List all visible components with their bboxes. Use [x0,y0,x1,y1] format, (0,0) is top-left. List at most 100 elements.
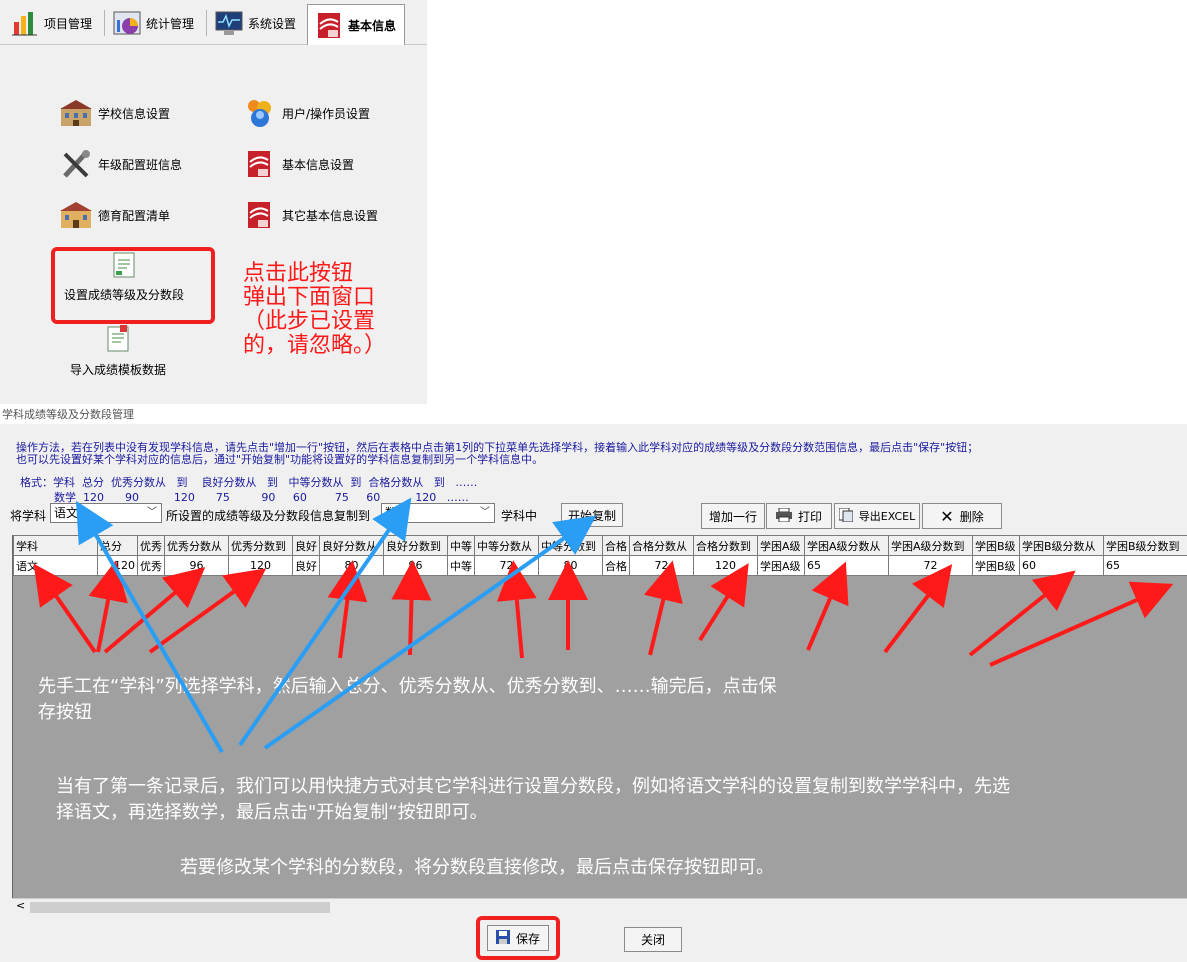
close-x-icon: ✕ [940,506,954,526]
delete-button[interactable]: ✕ 删除 [922,503,1002,529]
column-header[interactable]: 中等分数到 [538,535,603,556]
scroll-left-icon[interactable]: < [16,899,25,912]
note-line: 当有了第一条记录后，我们可以用快捷方式对其它学科进行设置分数段，例如将语文学科的… [56,776,1010,797]
column-header[interactable]: 学困A级分数到 [888,535,973,556]
export-icon [838,507,854,525]
grade-class-config-button[interactable]: 年级配置班信息 [60,149,182,179]
grid-cell[interactable]: 72 [629,555,694,576]
highlight-annotation-box [51,247,215,324]
column-header[interactable]: 优秀 [137,535,165,556]
grid-cell[interactable]: 96 [383,555,448,576]
red-annotation-line: 点击此按钮 [243,261,354,286]
chart-icon [10,8,40,38]
moral-config-list-button[interactable]: 德育配置清单 [60,200,170,230]
note-modify: 若要修改某个学科的分数段，将分数段直接修改，最后点击保存按钮即可。 [180,857,774,878]
tools-icon [60,149,90,179]
grid-cell[interactable]: 80 [319,555,384,576]
start-copy-button[interactable]: 开始复制 [561,503,623,527]
grid-cell[interactable]: 良好 [292,555,320,576]
book-icon [244,149,274,179]
stats-icon [112,8,142,38]
column-header[interactable]: 合格分数从 [629,535,694,556]
column-header[interactable]: 合格分数到 [693,535,758,556]
copy-from-select[interactable]: 语文 ﹀ [50,503,162,523]
column-header[interactable]: 良好分数到 [383,535,448,556]
other-basic-info-settings-button[interactable]: 其它基本信息设置 [244,200,378,230]
grid-cell[interactable]: 120 [228,555,293,576]
document-icon [105,325,131,353]
copy-to-select[interactable]: 数学 ﹀ [381,503,495,523]
printer-icon [775,507,792,525]
red-annotation-line: 的，请忽略。） [243,333,387,358]
tab-basic-info[interactable]: 基本信息 [307,4,405,45]
grid-cell[interactable]: 120 [97,555,138,576]
grid-cell[interactable]: 优秀 [137,555,165,576]
button-label: 删除 [959,509,984,524]
column-header[interactable]: 中等分数从 [474,535,539,556]
column-header[interactable]: 良好 [292,535,320,556]
column-header[interactable]: 合格 [602,535,630,556]
tab-system-settings[interactable]: 系统设置 [208,4,306,42]
grid-cell[interactable]: 72 [474,555,539,576]
import-score-template-button[interactable]: 导入成绩模板数据 [70,325,166,378]
grid-cell[interactable]: 学困B级 [972,555,1020,576]
column-header[interactable]: 学困A级分数从 [804,535,889,556]
module-tab-bar: 项目管理 统计管理 系统设置 基本信息 [0,0,427,45]
horizontal-scrollbar[interactable]: < [12,898,1187,916]
user-operator-settings-button[interactable]: 用户/操作员设置 [244,98,370,128]
tab-label: 系统设置 [248,16,297,31]
menu-label: 基本信息设置 [282,157,355,172]
column-header[interactable]: 总分 [97,535,138,556]
tab-divider [104,10,105,36]
tab-stats-management[interactable]: 统计管理 [106,4,204,42]
book-icon [244,200,274,230]
basic-info-settings-button[interactable]: 基本信息设置 [244,149,354,179]
tab-label: 项目管理 [44,16,93,31]
save-highlight-box [476,916,560,960]
grid-cell[interactable]: 120 [693,555,758,576]
scroll-thumb[interactable] [30,902,330,913]
column-header[interactable]: 学困B级分数从 [1019,535,1104,556]
copy-label-prefix: 将学科 [10,509,47,523]
copy-label-suffix: 学科中 [501,509,538,523]
export-excel-button[interactable]: 导出EXCEL [834,503,920,529]
tab-label: 统计管理 [146,16,195,31]
column-header[interactable]: 良好分数从 [319,535,384,556]
column-header[interactable]: 优秀分数到 [228,535,293,556]
format-line-1: 格式：学科 总分 优秀分数从 到 良好分数从 到 中等分数从 到 合格分数从 到… [20,476,478,489]
button-label: 打印 [797,509,822,524]
school-info-settings-button[interactable]: 学校信息设置 [60,98,170,128]
note-manual-entry: 先手工在“学科”列选择学科，然后输入总分、优秀分数从、优秀分数到、……输完后，点… [38,674,918,726]
grid-cell[interactable]: 语文 [13,555,98,576]
column-header[interactable]: 学科 [13,535,98,556]
grid-cell[interactable]: 65 [804,555,889,576]
close-button[interactable]: 关闭 [624,927,682,952]
print-button[interactable]: 打印 [766,503,832,529]
column-header[interactable]: 学困B级分数到 [1103,535,1187,556]
column-header[interactable]: 中等 [447,535,475,556]
copy-from-value: 语文 [54,506,79,520]
menu-label: 导入成绩模板数据 [70,363,167,377]
menu-label: 用户/操作员设置 [282,106,371,121]
tab-project-management[interactable]: 项目管理 [4,4,102,42]
grid-cell[interactable]: 60 [1019,555,1104,576]
column-header[interactable]: 学困A级 [757,535,805,556]
grid-cell[interactable]: 96 [164,555,229,576]
column-header[interactable]: 学困B级 [972,535,1020,556]
school-building-icon [60,98,92,128]
grid-cell[interactable]: 合格 [602,555,630,576]
grid-cell[interactable]: 65 [1103,555,1187,576]
tab-divider [206,10,207,36]
grid-cell[interactable]: 学困A级 [757,555,805,576]
menu-label: 德育配置清单 [98,208,171,223]
red-annotation: 点击此按钮 弹出下面窗口 （此步已设置 的，请忽略。） [243,262,386,358]
add-row-button[interactable]: 增加一行 [701,503,765,529]
grid-header-row: 学科 总分 优秀 优秀分数从 优秀分数到 良好 良好分数从 良好分数到 中等 中… [13,535,1187,556]
grid-cell[interactable]: 72 [888,555,973,576]
monitor-icon [214,8,244,38]
grid-cell[interactable]: 80 [538,555,603,576]
table-row[interactable]: 语文 120 优秀 96 120 良好 80 96 中等 72 80 合格 72… [13,555,1187,576]
column-header[interactable]: 优秀分数从 [164,535,229,556]
menu-label: 年级配置班信息 [98,157,183,172]
grid-cell[interactable]: 中等 [447,555,475,576]
